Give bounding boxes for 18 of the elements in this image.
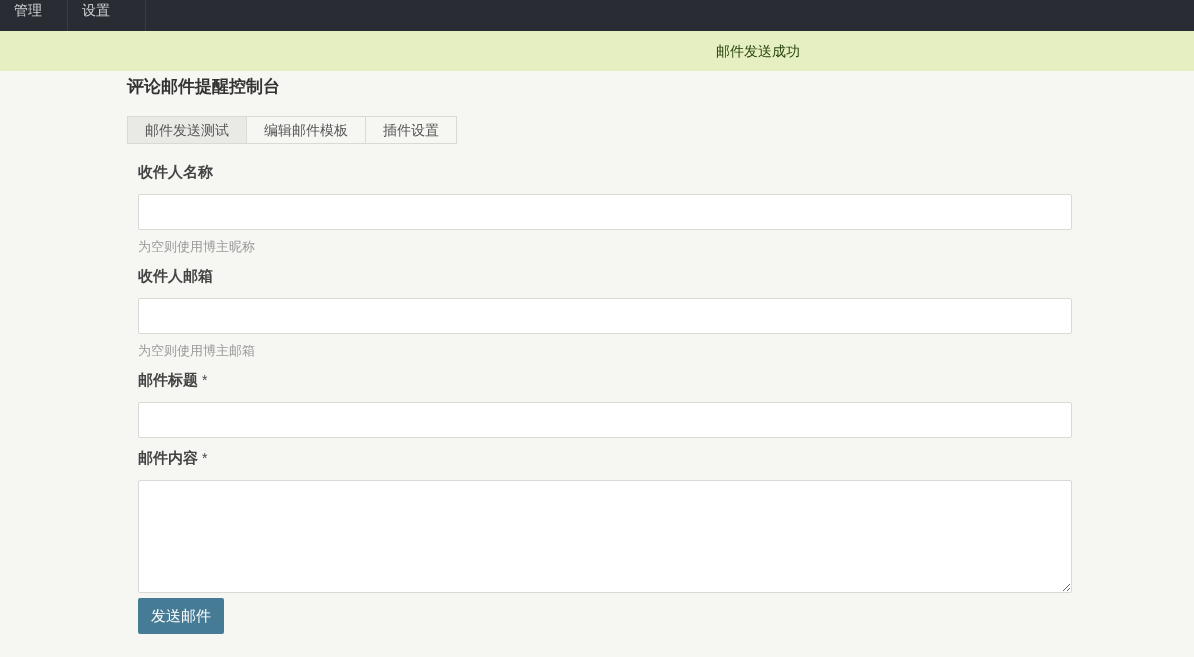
content-textarea[interactable] (138, 480, 1072, 593)
field-label: 收件人名称 (138, 162, 213, 182)
input-field[interactable] (138, 298, 1072, 334)
success-message: 邮件发送成功 (716, 41, 800, 61)
field-label: 收件人邮箱 (138, 266, 213, 286)
required-asterisk: * (202, 449, 208, 468)
send-mail-button[interactable]: 发送邮件 (138, 598, 224, 634)
field-label: 邮件内容 (138, 448, 198, 468)
field-hint: 为空则使用博主昵称 (138, 238, 256, 256)
page-title: 评论邮件提醒控制台 (127, 76, 281, 98)
input-field[interactable] (138, 402, 1072, 438)
tab[interactable]: 邮件发送测试 (127, 116, 247, 144)
field-label: 邮件标题 (138, 370, 198, 390)
tab[interactable]: 插件设置 (365, 116, 457, 144)
input-field[interactable] (138, 194, 1072, 230)
field-hint: 为空则使用博主邮箱 (138, 342, 256, 360)
required-asterisk: * (202, 371, 208, 390)
tab[interactable]: 编辑邮件模板 (246, 116, 366, 144)
